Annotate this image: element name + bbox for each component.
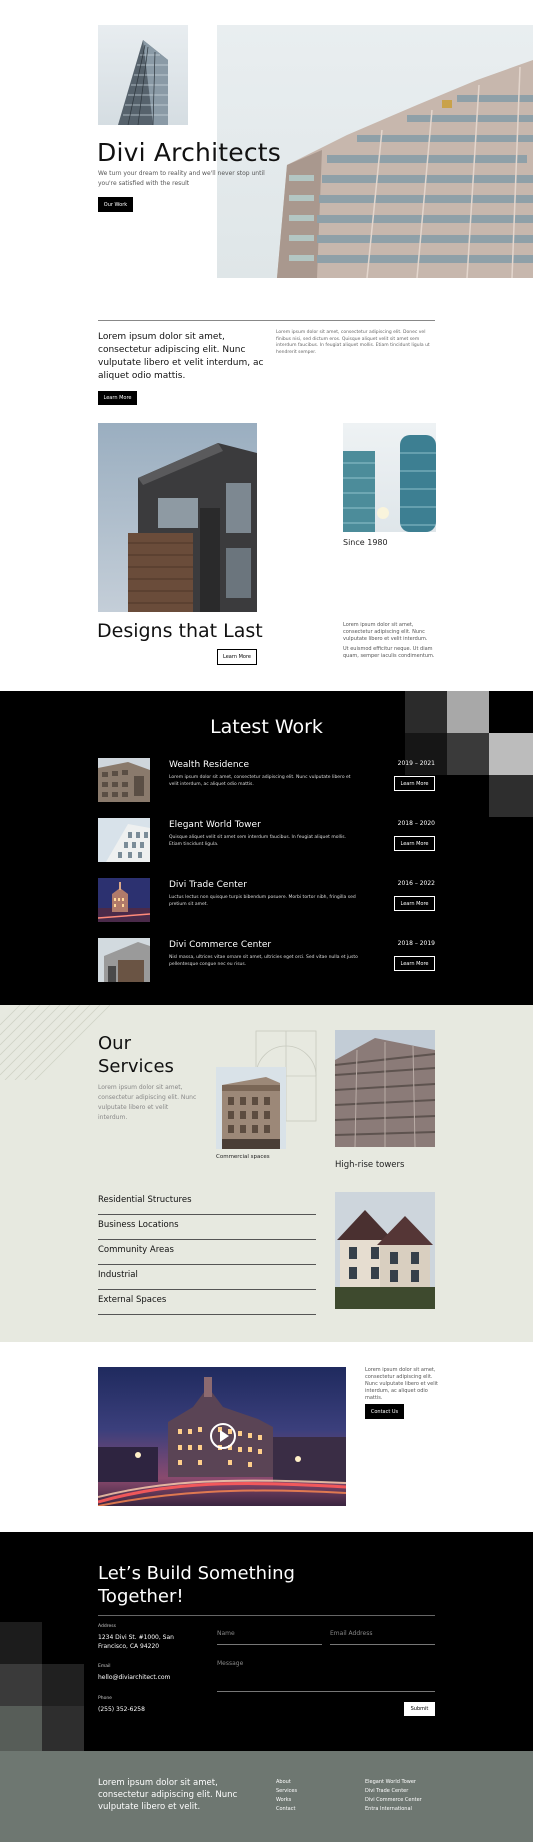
service-item[interactable]: Industrial — [98, 1265, 316, 1290]
work-years: 2019 – 2021 — [397, 760, 435, 767]
footer-link-about[interactable]: About — [276, 1779, 291, 1785]
work-item: Divi Commerce Center Nisl massa, ultrice… — [98, 938, 435, 982]
since-label: Since 1980 — [343, 538, 388, 547]
intro-lead-text: Lorem ipsum dolor sit amet, consectetur … — [98, 332, 264, 381]
intro-divider — [98, 320, 435, 321]
decor-hatch — [0, 1005, 110, 1080]
page: Divi Architects We turn your dream to re… — [0, 0, 533, 1842]
contact-title-line: Let’s Build Something — [98, 1563, 295, 1584]
work-learn-more-button[interactable]: Learn More — [394, 956, 435, 971]
work-years: 2018 – 2020 — [397, 820, 435, 827]
victorian-house-image[interactable] — [335, 1192, 435, 1309]
email-label: Email — [98, 1664, 111, 1669]
services-title-line: Our — [98, 1033, 131, 1054]
services-section: Our Services Lorem ipsum dolor sit amet,… — [0, 1005, 533, 1342]
commercial-spaces-caption: Commercial spaces — [216, 1154, 270, 1160]
work-description: Luctus lectus non quisque turpis bibendu… — [169, 895, 356, 907]
work-thumbnail[interactable] — [98, 878, 150, 922]
decor-square — [0, 1706, 42, 1751]
hero-building-thumbnail — [98, 25, 188, 125]
high-rise-towers-image[interactable] — [335, 1030, 435, 1147]
email-value[interactable]: hello@diviarchitect.com — [98, 1673, 170, 1682]
hero-title: Divi Architects — [97, 138, 282, 167]
work-description: Lorem ipsum dolor sit amet, consectetur … — [169, 775, 351, 787]
submit-button[interactable]: Submit — [404, 1702, 435, 1716]
intro-body-text: Lorem ipsum dolor sit amet, consectetur … — [276, 330, 430, 355]
work-years: 2016 – 2022 — [397, 880, 435, 887]
work-learn-more-button[interactable]: Learn More — [394, 836, 435, 851]
latest-work-title: Latest Work — [210, 716, 323, 738]
phone-label: Phone — [98, 1696, 112, 1701]
work-name: Elegant World Tower — [169, 820, 261, 830]
designs-text-1: Lorem ipsum dolor sit amet, consectetur … — [343, 622, 428, 642]
work-name: Divi Commerce Center — [169, 940, 272, 950]
footer-link-project[interactable]: Elegant World Tower — [365, 1779, 416, 1785]
address-line: 1234 Divi St. #1000, San — [98, 1634, 174, 1641]
hero-subtitle: We turn your dream to reality and we'll … — [98, 170, 265, 187]
email-field[interactable]: Email Address — [330, 1630, 435, 1645]
contact-divider — [98, 1615, 435, 1616]
address-value: 1234 Divi St. #1000, San Francisco, CA 9… — [98, 1633, 174, 1651]
footer-link-contact[interactable]: Contact — [276, 1806, 295, 1812]
footer-link-services[interactable]: Services — [276, 1788, 297, 1794]
commercial-spaces-image[interactable] — [216, 1067, 286, 1149]
contact-section: Let’s Build Something Together! Address … — [0, 1532, 533, 1751]
footer-link-project[interactable]: Divi Trade Center — [365, 1788, 408, 1794]
work-item: Elegant World Tower Quisque aliquet veli… — [98, 818, 435, 862]
work-learn-more-button[interactable]: Learn More — [394, 896, 435, 911]
footer-link-works[interactable]: Works — [276, 1797, 291, 1803]
video-player[interactable] — [98, 1367, 346, 1506]
work-thumbnail[interactable] — [98, 818, 150, 862]
latest-work-section: Latest Work Wealth Residence Lorem ipsum… — [0, 691, 533, 1005]
address-line: Francisco, CA 94220 — [98, 1643, 160, 1650]
work-description: Nisl massa, ultrices vitae ornare sit am… — [169, 955, 358, 967]
services-title: Our Services — [98, 1032, 174, 1078]
service-item[interactable]: Business Locations — [98, 1215, 316, 1240]
work-item: Divi Trade Center Luctus lectus non quis… — [98, 878, 435, 922]
decor-square — [0, 1664, 42, 1706]
decor-square — [42, 1664, 84, 1706]
contact-title-line: Together! — [98, 1586, 184, 1607]
decor-square — [489, 775, 533, 817]
footer: Lorem ipsum dolor sit amet, consectetur … — [0, 1751, 533, 1842]
services-title-line: Services — [98, 1056, 174, 1077]
designs-text-2: Ut euismod efficitur neque. Ut diam quam… — [343, 646, 435, 659]
work-thumbnail[interactable] — [98, 938, 150, 982]
work-years: 2018 – 2019 — [397, 940, 435, 947]
contact-title: Let’s Build Something Together! — [98, 1562, 295, 1608]
designs-learn-more-button[interactable]: Learn More — [217, 649, 257, 665]
modern-house-image — [98, 423, 257, 612]
video-side-text: Lorem ipsum dolor sit amet, consectetur … — [365, 1367, 438, 1401]
footer-link-project[interactable]: Divi Commerce Center — [365, 1797, 422, 1803]
decor-square — [447, 733, 489, 775]
contact-us-button[interactable]: Contact Us — [365, 1404, 404, 1419]
footer-link-project[interactable]: Entra International — [365, 1806, 412, 1812]
work-description: Quisque aliquet velit sit amet sem inter… — [169, 835, 347, 847]
services-description: Lorem ipsum dolor sit amet, consectetur … — [98, 1084, 197, 1121]
designs-title: Designs that Last — [97, 620, 263, 642]
message-field[interactable]: Message — [217, 1660, 435, 1692]
footer-lead-text: Lorem ipsum dolor sit amet, consectetur … — [98, 1778, 238, 1812]
decor-square — [489, 733, 533, 775]
work-learn-more-button[interactable]: Learn More — [394, 776, 435, 791]
high-rise-towers-caption: High-rise towers — [335, 1160, 405, 1170]
our-work-button[interactable]: Our Work — [98, 197, 133, 212]
play-icon[interactable] — [210, 1423, 236, 1449]
work-thumbnail[interactable] — [98, 758, 150, 802]
decor-square — [42, 1706, 84, 1751]
name-field[interactable]: Name — [217, 1630, 322, 1645]
phone-value[interactable]: (255) 352-6258 — [98, 1705, 145, 1714]
work-name: Divi Trade Center — [169, 880, 247, 890]
decor-square — [0, 1622, 42, 1664]
glass-towers-image — [343, 423, 436, 532]
service-item[interactable]: Residential Structures — [98, 1190, 316, 1215]
work-item: Wealth Residence Lorem ipsum dolor sit a… — [98, 758, 435, 802]
service-item[interactable]: Community Areas — [98, 1240, 316, 1265]
work-name: Wealth Residence — [169, 760, 250, 770]
intro-learn-more-button[interactable]: Learn More — [98, 391, 137, 405]
service-item[interactable]: External Spaces — [98, 1290, 316, 1315]
address-label: Address — [98, 1624, 116, 1629]
